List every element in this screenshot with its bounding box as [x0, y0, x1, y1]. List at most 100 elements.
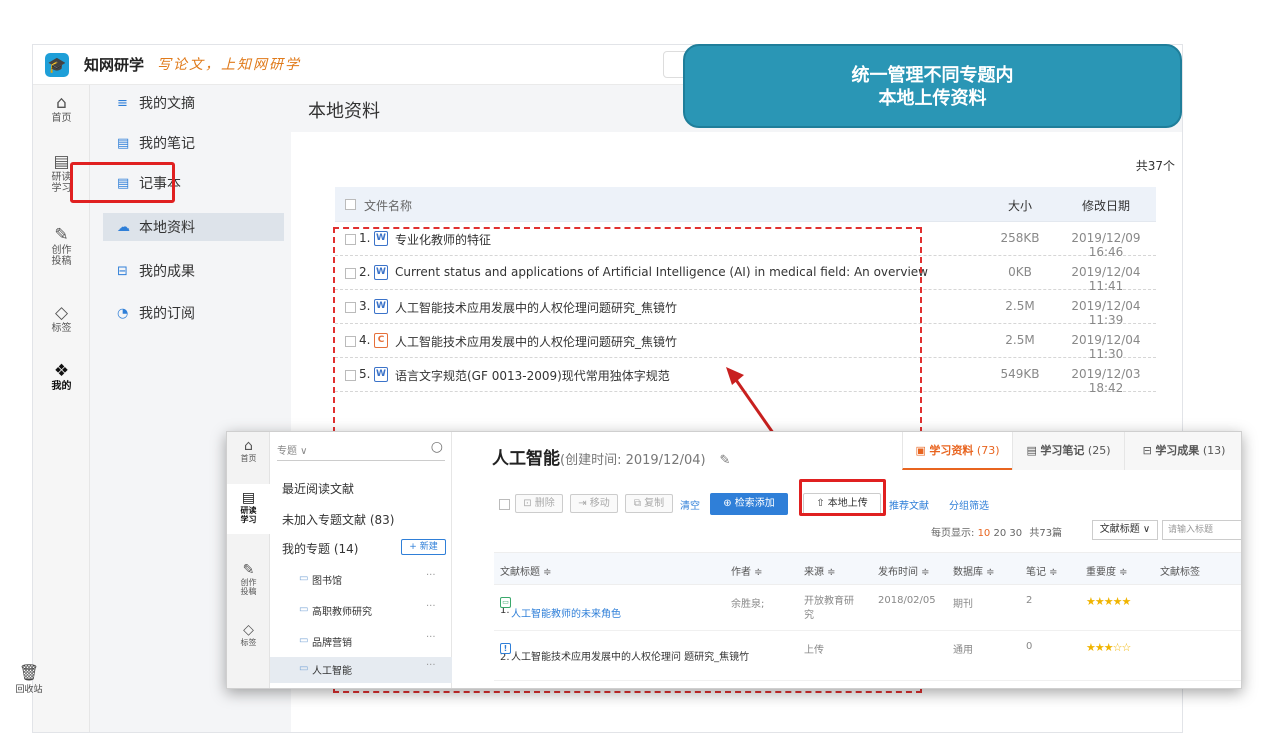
row-source: 上传: [804, 645, 824, 656]
topic-created-time: (创建时间: 2019/12/04): [560, 453, 706, 468]
folder-label: 人工智能: [312, 666, 352, 677]
table-row[interactable]: 1. ▭ 人工智能教师的未来角色 余胜泉; 开放教育研 究 2018/02/05 期…: [494, 585, 1241, 631]
move-button[interactable]: ⇥ 移动: [570, 494, 618, 513]
column-header-date[interactable]: 修改日期: [1053, 197, 1159, 214]
title-filter-input[interactable]: 请输入标题: [1162, 520, 1241, 540]
new-topic-button[interactable]: + 新建: [401, 539, 446, 555]
trash-button[interactable]: 🗑 回收站: [10, 663, 48, 695]
trash-icon: 🗑: [18, 663, 40, 682]
page-size-option[interactable]: 20: [993, 528, 1006, 539]
row-database: 期刊: [953, 599, 973, 610]
achievement-icon: ⊟: [1142, 444, 1152, 457]
inner-rail-study[interactable]: ▤ 研读 学习: [227, 484, 270, 534]
graduation-cap-icon[interactable]: 🎓: [45, 53, 69, 77]
copy-icon: ⧉: [633, 498, 641, 509]
column-header[interactable]: 发布时间 ≑: [878, 563, 930, 578]
importance-stars[interactable]: ★★★★★: [1086, 595, 1131, 608]
column-header[interactable]: 重要度 ≑: [1086, 563, 1128, 578]
journal-icon: ▭: [500, 597, 511, 608]
topic-title: 人工智能(创建时间: 2019/12/04) ✎: [492, 444, 730, 469]
tab-study-notes[interactable]: ▤ 学习笔记 (25): [1012, 432, 1124, 470]
column-header[interactable]: 笔记 ≑: [1026, 563, 1058, 578]
rail-item-mine[interactable]: ❖ 我的: [33, 361, 90, 392]
document-icon: ▤: [241, 490, 256, 506]
copy-label: 复制: [644, 498, 665, 509]
column-header[interactable]: 来源 ≑: [804, 563, 836, 578]
my-topics-header[interactable]: 我的专题 (14): [282, 540, 358, 557]
search-icon[interactable]: ○: [431, 439, 443, 455]
copy-button[interactable]: ⧉ 复制: [625, 494, 673, 513]
folder-item-active[interactable]: ▭ 人工智能 ···: [270, 657, 452, 683]
inner-rail-home[interactable]: ⌂ 首页: [227, 438, 270, 463]
folder-label: 品牌营销: [312, 638, 352, 649]
clear-link[interactable]: 清空: [680, 497, 700, 512]
page-size-option[interactable]: 10: [978, 528, 991, 539]
column-header[interactable]: 文献标题 ≑: [500, 563, 552, 578]
more-icon[interactable]: ···: [426, 660, 436, 671]
tab-label: 学习成果: [1155, 444, 1200, 457]
file-size: 2.5M: [1005, 299, 1035, 313]
column-header-size[interactable]: 大小: [985, 197, 1055, 214]
plus-icon: ⊕: [723, 498, 732, 509]
row-notes-count: 2: [1026, 595, 1033, 606]
file-date: 2019/12/03 18:42: [1071, 367, 1141, 395]
nav-item-excerpts[interactable]: ≡ 我的文摘: [103, 89, 283, 117]
row-title-text[interactable]: 人工智能技术应用发展中的人权伦理问 题研究_焦镜竹: [511, 651, 749, 665]
row-title[interactable]: 2.! 人工智能技术应用发展中的人权伦理问 题研究_焦镜竹: [500, 641, 749, 663]
rail-item-home[interactable]: ⌂ 首页: [33, 93, 90, 124]
folder-item[interactable]: ▭ 高职教师研究 ···: [270, 598, 452, 622]
column-header-name[interactable]: 文件名称: [364, 197, 412, 214]
nav-item-local-files[interactable]: ☁ 本地资料: [103, 213, 284, 241]
page-size-option[interactable]: 30: [1009, 528, 1022, 539]
search-add-label: 检索添加: [734, 498, 775, 509]
rail-item-tags[interactable]: ◇ 标签: [33, 303, 90, 334]
sort-field-select[interactable]: 文献标题 ∨: [1092, 520, 1158, 540]
inner-rail-create[interactable]: ✎ 创作 投稿: [227, 562, 270, 596]
topic-search-input[interactable]: 专题 ∨ ○: [277, 439, 445, 461]
importance-stars[interactable]: ★★★☆☆: [1086, 641, 1131, 654]
more-icon[interactable]: ···: [426, 570, 436, 581]
folder-icon: ▭: [299, 635, 309, 646]
column-header[interactable]: 作者 ≑: [731, 563, 763, 578]
group-filter-link[interactable]: 分组筛选: [949, 497, 989, 512]
topic-title-text: 人工智能: [492, 449, 560, 469]
folder-item[interactable]: ▭ 品牌营销 ···: [270, 629, 452, 653]
nav-item-achievements[interactable]: ⊟ 我的成果: [103, 257, 283, 285]
nav-item-notes[interactable]: ▤ 我的笔记: [103, 129, 283, 157]
folder-item[interactable]: ▭ 图书馆 ···: [270, 567, 452, 591]
tab-study-materials[interactable]: ▣ 学习资料 (73): [902, 432, 1012, 470]
column-header[interactable]: 数据库 ≑: [953, 563, 995, 578]
select-all-checkbox[interactable]: [499, 499, 510, 510]
inner-rail-tags[interactable]: ◇ 标签: [227, 622, 270, 647]
table-header: 文件名称 大小 修改日期: [335, 187, 1156, 222]
tab-count: (73): [976, 444, 1000, 457]
recent-read-link[interactable]: 最近阅读文献: [282, 480, 354, 497]
slogan: 写论文，上知网研学: [157, 57, 301, 73]
delete-button[interactable]: ⊡ 删除: [515, 494, 563, 513]
tab-label: 学习资料: [929, 444, 974, 457]
highlight-box-local-files: [70, 162, 175, 203]
table-row[interactable]: 2.! 人工智能技术应用发展中的人权伦理问 题研究_焦镜竹 上传 通用 0 ★★★…: [494, 631, 1241, 681]
brand-name[interactable]: 知网研学: [84, 54, 144, 75]
row-title[interactable]: 1. ▭ 人工智能教师的未来角色: [500, 595, 621, 620]
notes-icon: ▤: [1026, 444, 1037, 457]
tab-study-results[interactable]: ⊟ 学习成果 (13): [1124, 432, 1241, 470]
select-all-checkbox[interactable]: [345, 199, 356, 210]
more-icon[interactable]: ···: [426, 601, 436, 612]
page-size-prefix: 每页显示:: [931, 528, 975, 539]
move-label: 移动: [589, 498, 610, 509]
more-icon[interactable]: ···: [426, 632, 436, 643]
move-icon: ⇥: [578, 498, 587, 509]
recommend-link[interactable]: 推荐文献: [889, 497, 929, 512]
topic-sidebar: 专题 ∨ ○ 最近阅读文献 未加入专题文献 (83) 我的专题 (14) + 新…: [270, 432, 452, 688]
topic-main: 人工智能(创建时间: 2019/12/04) ✎ ▣ 学习资料 (73) ▤ 学…: [452, 432, 1241, 688]
row-title-text[interactable]: 人工智能教师的未来角色: [511, 605, 621, 620]
unadded-docs-link[interactable]: 未加入专题文献 (83): [282, 511, 394, 528]
nav-item-label: 我的笔记: [139, 136, 195, 152]
nav-item-label: 本地资料: [139, 220, 195, 236]
book-icon: ▣: [915, 444, 926, 457]
nav-item-subscriptions[interactable]: ◔ 我的订阅: [103, 299, 283, 327]
rail-item-create[interactable]: ✎ 创作 投稿: [33, 225, 90, 267]
search-add-button[interactable]: ⊕ 检索添加: [710, 493, 788, 515]
edit-icon[interactable]: ✎: [720, 453, 731, 468]
